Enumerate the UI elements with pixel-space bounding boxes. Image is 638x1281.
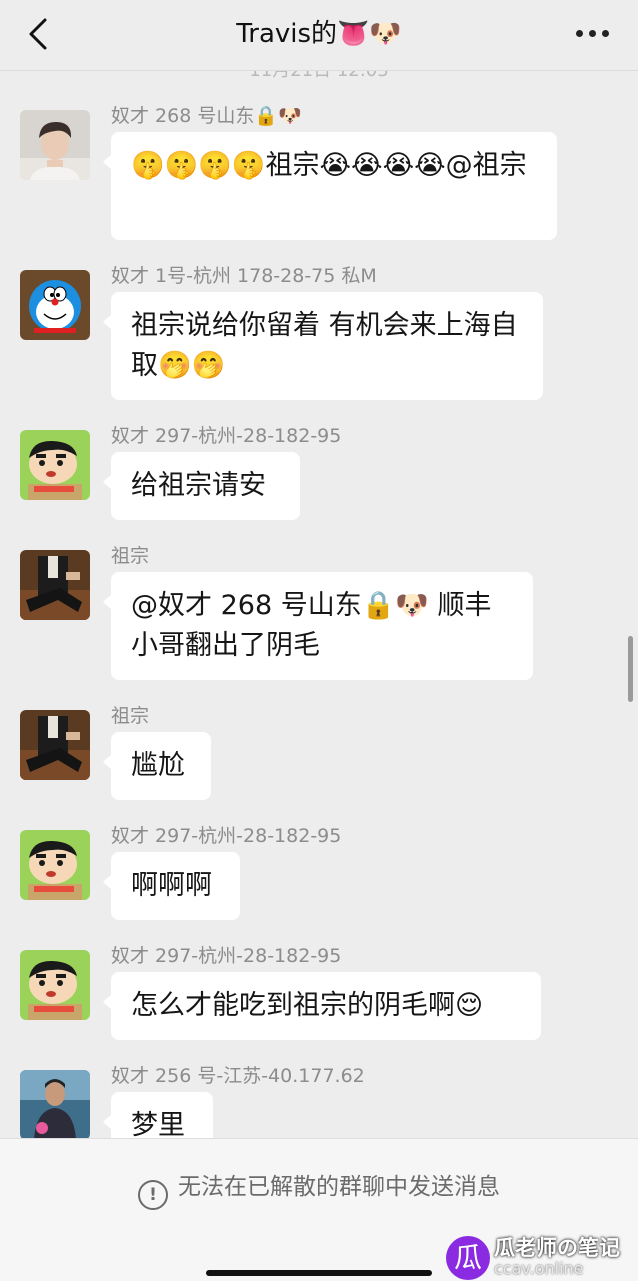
back-button[interactable]: [18, 12, 58, 56]
scrollbar[interactable]: [628, 636, 633, 702]
crayon-shin-chan-avatar[interactable]: [20, 430, 90, 500]
watermark-subtext: ccav.online: [494, 1259, 584, 1278]
message-text: 梦里: [131, 1110, 185, 1138]
chat-title: Travis的👅🐶: [236, 19, 402, 49]
man-in-suit-avatar[interactable]: [20, 710, 90, 780]
message-list[interactable]: 奴才 268 号山东🔒🐶 🤫🤫🤫🤫祖宗😭😭😭😭@祖宗 奴才 1号-杭州 178-…: [0, 78, 638, 1138]
watermark-text: 瓜老师の笔记: [494, 1236, 620, 1260]
chevron-left-icon: [29, 18, 47, 50]
sender-name: 奴才 297-杭州-28-182-95: [111, 825, 342, 847]
sender-name: 祖宗: [111, 705, 150, 727]
message-text: 怎么才能吃到祖宗的阴毛啊😌: [131, 990, 484, 1021]
sender-name: 奴才 297-杭州-28-182-95: [111, 425, 342, 447]
message-bubble[interactable]: 啊啊啊: [103, 852, 240, 920]
home-indicator[interactable]: [206, 1270, 432, 1276]
sender-name: 祖宗: [111, 545, 150, 567]
person-outdoor-avatar[interactable]: [20, 1070, 90, 1138]
sender-name: 奴才 268 号山东🔒🐶: [111, 105, 302, 127]
more-options-button[interactable]: [568, 18, 616, 48]
message-text: @奴才 268 号山东🔒🐶 顺丰小哥翻出了阴毛: [131, 590, 492, 661]
message-bubble[interactable]: 梦里: [103, 1092, 213, 1138]
exclamation-circle-icon: !: [138, 1180, 168, 1210]
doraemon-avatar[interactable]: [20, 270, 90, 340]
message-text: 🤫🤫🤫🤫祖宗😭😭😭😭@祖宗: [131, 150, 527, 181]
more-dots-icon: [575, 29, 583, 37]
message-bubble[interactable]: 给祖宗请安: [103, 452, 300, 520]
message-bubble[interactable]: 怎么才能吃到祖宗的阴毛啊😌: [103, 972, 541, 1040]
message-bubble[interactable]: 祖宗说给你留着 有机会来上海自取🤭🤭: [103, 292, 543, 400]
message-bubble[interactable]: @奴才 268 号山东🔒🐶 顺丰小哥翻出了阴毛: [103, 572, 533, 680]
sender-name: 奴才 1号-杭州 178-28-75 私M: [111, 265, 377, 287]
man-in-suit-avatar[interactable]: [20, 550, 90, 620]
crayon-shin-chan-avatar[interactable]: [20, 950, 90, 1020]
message-bubble[interactable]: 🤫🤫🤫🤫祖宗😭😭😭😭@祖宗: [103, 132, 557, 240]
message-text: 啊啊啊: [131, 870, 212, 901]
disbanded-notice: ! 无法在已解散的群聊中发送消息: [0, 1167, 638, 1210]
chat-header: Travis的👅🐶: [0, 0, 638, 71]
sender-name: 奴才 297-杭州-28-182-95: [111, 945, 342, 967]
message-text: 祖宗说给你留着 有机会来上海自取🤭🤭: [131, 310, 518, 381]
sender-name: 奴才 256 号-江苏-40.177.62: [111, 1065, 365, 1087]
crayon-shin-chan-avatar[interactable]: [20, 830, 90, 900]
message-bubble[interactable]: 尴尬: [103, 732, 211, 800]
message-text: 给祖宗请安: [131, 470, 266, 501]
message-text: 尴尬: [131, 750, 185, 781]
young-man-avatar[interactable]: [20, 110, 90, 180]
watermark-logo: 瓜: [446, 1236, 490, 1280]
notice-text: 无法在已解散的群聊中发送消息: [178, 1174, 500, 1200]
watermark: 瓜 瓜老师の笔记 ccav.online: [446, 1236, 634, 1280]
